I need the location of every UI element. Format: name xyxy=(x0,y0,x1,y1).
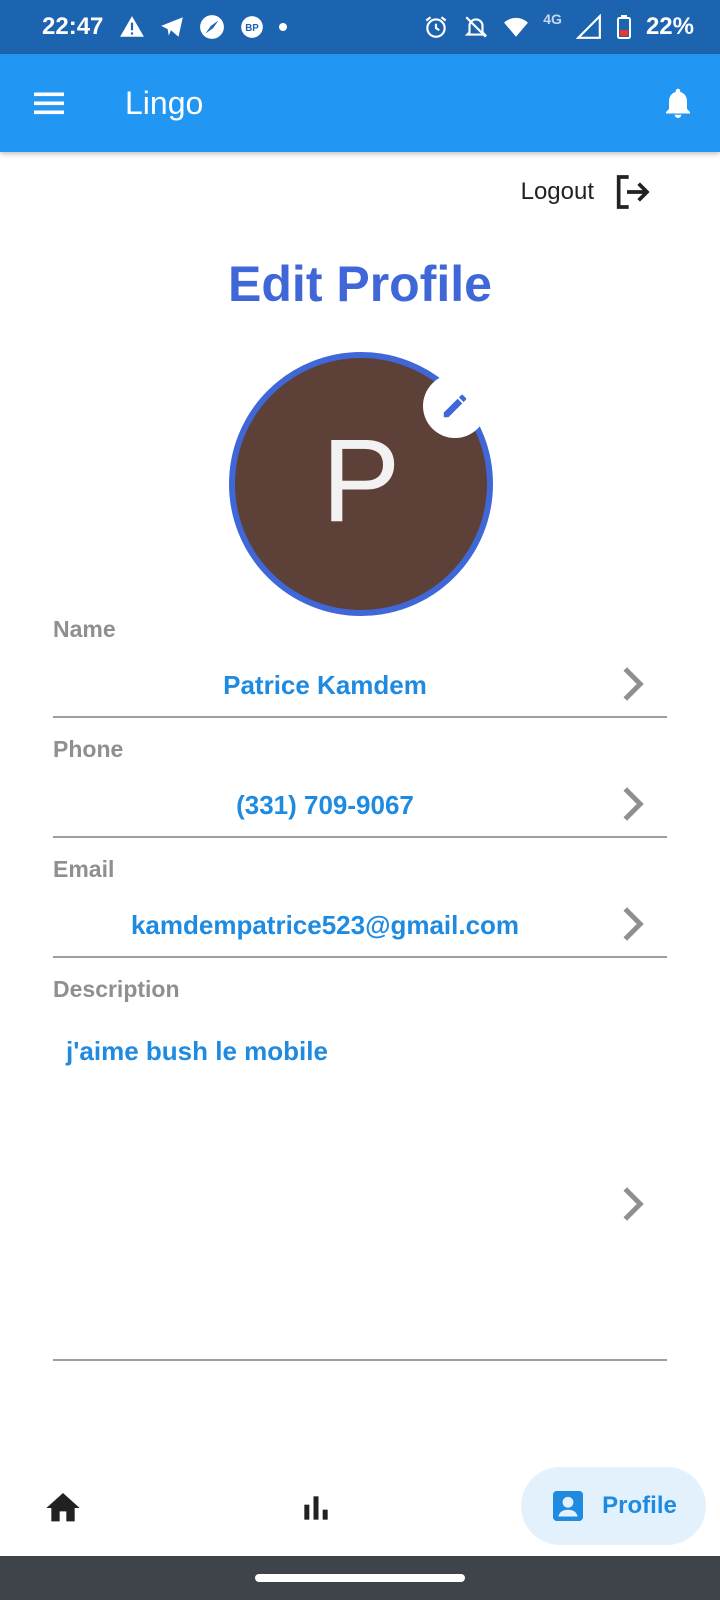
chevron-right-icon xyxy=(623,787,644,821)
email-field[interactable]: Email kamdempatrice523@gmail.com xyxy=(53,856,667,960)
telegram-icon xyxy=(159,14,185,40)
logout-icon xyxy=(616,175,650,209)
chevron-right-icon xyxy=(623,1187,644,1221)
battery-icon xyxy=(616,14,632,40)
chevron-right-icon xyxy=(623,667,644,701)
notifications-button[interactable] xyxy=(660,85,696,121)
bell-icon xyxy=(666,88,690,118)
name-field[interactable]: Name Patrice Kamdem xyxy=(53,616,667,720)
logout-label: Logout xyxy=(520,178,594,205)
warning-icon xyxy=(119,14,145,40)
logout-button[interactable]: Logout xyxy=(521,172,652,212)
avatar-container: P xyxy=(229,352,493,616)
nav-profile-label: Profile xyxy=(602,1492,677,1519)
email-underline xyxy=(53,956,667,958)
email-label: Email xyxy=(53,856,115,882)
description-label: Description xyxy=(53,976,180,1002)
pencil-icon xyxy=(443,394,467,418)
bp-icon: BP xyxy=(239,14,265,40)
name-underline xyxy=(53,716,667,718)
network-type: 4G xyxy=(543,11,562,27)
phone-label: Phone xyxy=(53,736,124,762)
phone-value: (331) 709-9067 xyxy=(236,790,414,820)
menu-button[interactable] xyxy=(31,85,67,121)
avatar-initial: P xyxy=(321,415,401,547)
name-value: Patrice Kamdem xyxy=(223,670,427,700)
system-navigation-bar xyxy=(0,1556,720,1600)
nav-home-button[interactable] xyxy=(43,1488,83,1528)
notifications-off-icon xyxy=(463,14,489,40)
more-notifications-dot xyxy=(279,23,288,31)
description-underline xyxy=(53,1359,667,1361)
description-value: j'aime bush le mobile xyxy=(66,1036,328,1066)
app-title: Lingo xyxy=(125,84,204,121)
nav-profile-button[interactable]: Profile xyxy=(521,1467,706,1545)
phone-underline xyxy=(53,836,667,838)
alarm-icon xyxy=(423,14,449,40)
wifi-icon xyxy=(503,14,529,40)
profile-icon xyxy=(553,1491,584,1521)
chevron-right-icon xyxy=(623,907,644,941)
email-value: kamdempatrice523@gmail.com xyxy=(130,910,520,940)
bottom-navigation: Profile xyxy=(0,1452,720,1556)
status-time: 22:47 xyxy=(42,13,104,40)
signal-icon xyxy=(575,14,602,40)
compass-icon xyxy=(199,14,225,40)
phone-field[interactable]: Phone (331) 709-9067 xyxy=(53,736,667,840)
status-icons-left: BP xyxy=(119,14,288,40)
description-field[interactable]: Description j'aime bush le mobile xyxy=(53,976,667,1362)
status-bar: 22:47 BP 4G 22% xyxy=(0,0,720,54)
status-icons-right: 4G 22% xyxy=(423,11,694,41)
bar-chart-icon xyxy=(304,1496,328,1520)
app-bar: Lingo xyxy=(0,54,720,152)
name-label: Name xyxy=(53,616,116,642)
page-title: Edit Profile xyxy=(228,256,492,312)
menu-icon xyxy=(34,92,64,115)
nav-stats-button[interactable] xyxy=(296,1488,336,1528)
battery-percent: 22% xyxy=(645,13,694,40)
svg-text:BP: BP xyxy=(246,23,260,34)
home-icon xyxy=(46,1493,80,1522)
home-gesture-handle[interactable] xyxy=(255,1574,465,1582)
edit-avatar-button[interactable] xyxy=(423,374,487,438)
